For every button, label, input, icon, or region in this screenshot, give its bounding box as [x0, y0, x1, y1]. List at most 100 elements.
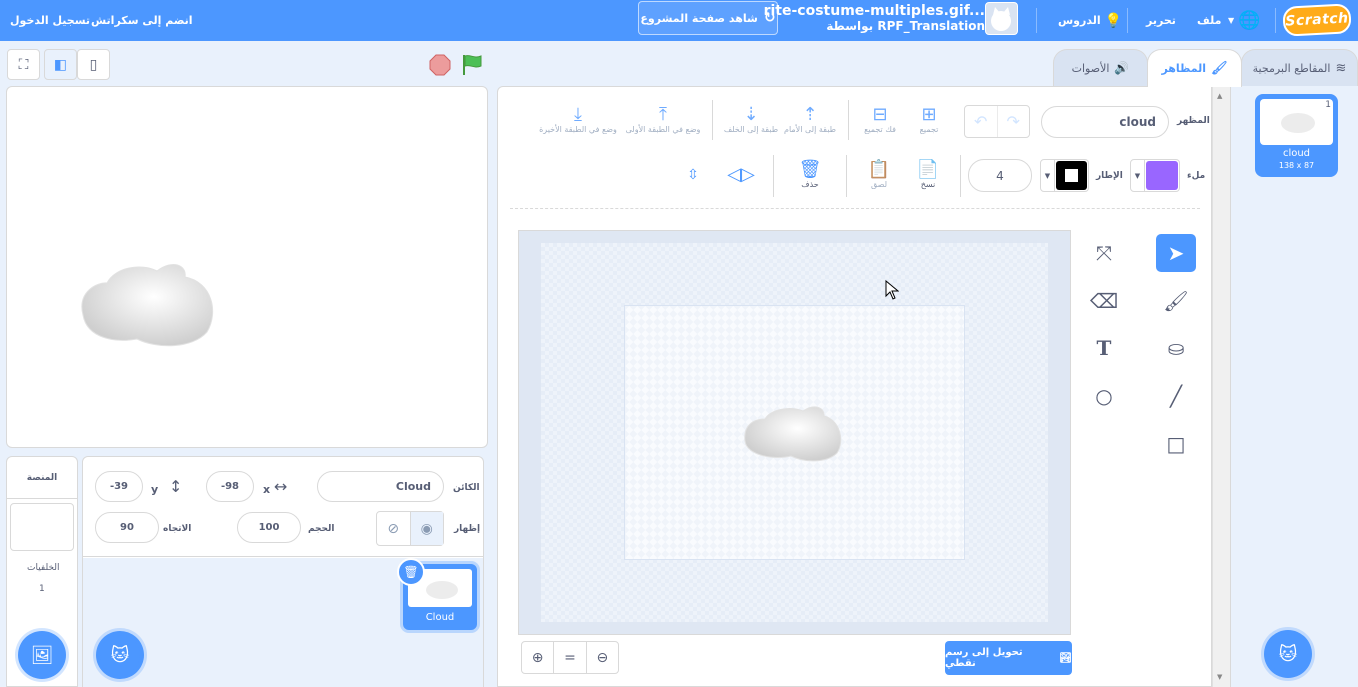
toolbar-divider	[846, 155, 847, 197]
paint-canvas[interactable]	[624, 305, 965, 560]
fill-color-picker[interactable]: ▼	[1130, 159, 1180, 192]
fill-swatch	[1146, 161, 1178, 190]
fullscreen-icon: ⛶	[18, 56, 29, 73]
delete-button[interactable]: 🗑 حذف	[794, 159, 826, 190]
show-sprite-button[interactable]: ◉	[409, 512, 443, 545]
costume-name-input[interactable]: cloud	[1041, 106, 1169, 138]
fill-tool[interactable]: ⛀	[1156, 329, 1196, 367]
x-label: x	[263, 483, 271, 496]
zoom-in-button[interactable]: ⊕	[522, 642, 553, 673]
outline-width-input[interactable]: 4	[968, 159, 1032, 192]
costume-thumbnail	[1260, 99, 1333, 145]
line-tool[interactable]: ╱	[1156, 377, 1196, 415]
reshape-tool[interactable]: ⤧	[1084, 234, 1124, 272]
stage[interactable]	[6, 86, 488, 448]
toolbar-separator	[510, 208, 1200, 209]
hide-sprite-button[interactable]: ⊘	[377, 512, 410, 545]
vertical-arrows-icon: ↕	[169, 477, 183, 496]
tab-sounds-label: الأصوات	[1071, 61, 1110, 75]
cloud-costume[interactable]	[625, 306, 966, 561]
rectangle-tool[interactable]: □	[1156, 425, 1196, 463]
sprite-name-input[interactable]: Cloud	[317, 471, 444, 502]
back-label: وضع في الطبقة الأخيرة	[539, 125, 617, 134]
cat-plus-icon: 🐱	[110, 644, 130, 666]
paste-button[interactable]: 📋 لصق	[864, 160, 894, 190]
brush-tool[interactable]: 🖌	[1156, 282, 1196, 320]
direction-input[interactable]: 90	[95, 512, 159, 543]
convert-to-bitmap-button[interactable]: تحويل إلى رسم نقطي 🏞	[945, 641, 1072, 675]
direction-label: الاتجاه	[163, 524, 192, 534]
join-link[interactable]: انضم إلى سكراتش	[91, 0, 193, 41]
project-title[interactable]: rite-costume-multiples.gif...	[764, 3, 985, 19]
stop-button[interactable]	[429, 54, 451, 76]
large-stage-button[interactable]: ▯	[77, 49, 110, 80]
eye-icon: ◉	[420, 520, 433, 537]
costume-size: 138 x 87	[1278, 161, 1315, 170]
flip-horizontal-icon: ◁▷	[727, 164, 755, 185]
delete-sprite-button[interactable]: 🗑	[397, 558, 425, 586]
back-button[interactable]: ⤓ وضع في الطبقة الأخيرة	[534, 105, 622, 135]
group-button[interactable]: ⊞ تجميع	[912, 104, 946, 135]
show-label: إظهار	[454, 524, 481, 534]
circle-icon: ○	[1095, 384, 1113, 408]
zoom-reset-button[interactable]: =	[553, 642, 585, 673]
small-stage-icon: ◧	[53, 56, 68, 73]
line-icon: ╱	[1169, 384, 1183, 408]
code-icon: ≋	[1335, 60, 1347, 76]
edit-menu[interactable]: تحرير	[1146, 0, 1176, 41]
ungroup-button[interactable]: ⊟ فك تجميع	[860, 105, 900, 135]
scratch-logo[interactable]: Scratch	[1282, 3, 1352, 37]
choose-costume-button[interactable]: 🐱	[1264, 630, 1312, 678]
backward-button[interactable]: ⇣ طبقة إلى الخلف	[722, 105, 780, 135]
green-flag-button[interactable]	[461, 53, 485, 77]
zoom-out-button[interactable]: ⊖	[585, 642, 618, 673]
copy-button[interactable]: 📄 نسخ	[912, 160, 944, 190]
backdrops-count: 1	[39, 584, 45, 594]
large-stage-icon: ▯	[89, 56, 98, 73]
eraser-tool[interactable]: ⌫	[1084, 282, 1124, 320]
y-input[interactable]: -39	[95, 471, 143, 502]
flip-horizontal-button[interactable]: ◁▷	[727, 164, 755, 185]
chevron-down-icon: ▼	[1041, 160, 1055, 191]
tab-code[interactable]: المقاطع البرمجية ≋	[1241, 49, 1358, 86]
green-flag-icon	[463, 55, 482, 75]
flip-vertical-button[interactable]: ⇳	[680, 165, 706, 185]
circle-tool[interactable]: ○	[1084, 377, 1124, 415]
costume-item[interactable]: 1 cloud 138 x 87	[1255, 94, 1338, 177]
text-tool[interactable]: T	[1084, 329, 1124, 367]
toolbar-divider	[960, 155, 961, 197]
scroll-up-icon: ▲	[1217, 92, 1223, 100]
language-menu[interactable]: 🌐	[1238, 0, 1262, 41]
tutorials-menu[interactable]: الدروس 💡	[1058, 0, 1122, 41]
file-menu[interactable]: ملف	[1197, 0, 1221, 41]
undo-button[interactable]: ↶	[965, 106, 997, 137]
flip-vertical-icon: ⇳	[687, 167, 699, 183]
sprite-name: Cloud	[425, 612, 455, 623]
outline-color-picker[interactable]: ▼	[1040, 159, 1089, 192]
tab-costumes[interactable]: المظاهر 🖌	[1147, 49, 1242, 87]
sign-in-link[interactable]: تسجيل الدخول	[10, 0, 90, 41]
stage-thumbnail[interactable]	[10, 503, 74, 551]
group-icon: ⊞	[921, 104, 937, 125]
image-icon: 🏞	[1059, 652, 1072, 664]
small-stage-button[interactable]: ◧	[44, 49, 77, 80]
forward-button[interactable]: ⇡ طبقة إلى الأمام	[780, 104, 840, 135]
remix-icon: ↻	[763, 10, 776, 26]
redo-button[interactable]: ↷	[996, 106, 1030, 137]
choose-sprite-button[interactable]: 🐱	[96, 631, 144, 679]
scrollbar[interactable]: ▲ ▼	[1212, 86, 1230, 687]
fill-label: ملء	[1187, 171, 1206, 181]
front-button[interactable]: ⤒ وضع في الطبقة الأولى	[622, 105, 704, 135]
x-input[interactable]: -98	[206, 471, 254, 502]
delete-label: حذف	[801, 180, 819, 189]
see-project-page-button[interactable]: شاهد صفحة المشروع ↻	[638, 1, 778, 35]
cloud-sprite[interactable]	[7, 87, 488, 448]
arrow-up-icon: ⇡	[802, 104, 818, 125]
trash-icon: 🗑	[798, 159, 822, 180]
tab-sounds[interactable]: الأصوات 🔊	[1053, 49, 1148, 86]
menu-divider	[1127, 8, 1128, 33]
size-input[interactable]: 100	[237, 512, 301, 543]
choose-backdrop-button[interactable]: 🖼	[18, 631, 66, 679]
fullscreen-button[interactable]: ⛶	[7, 49, 40, 80]
select-tool[interactable]: ➤	[1156, 234, 1196, 272]
